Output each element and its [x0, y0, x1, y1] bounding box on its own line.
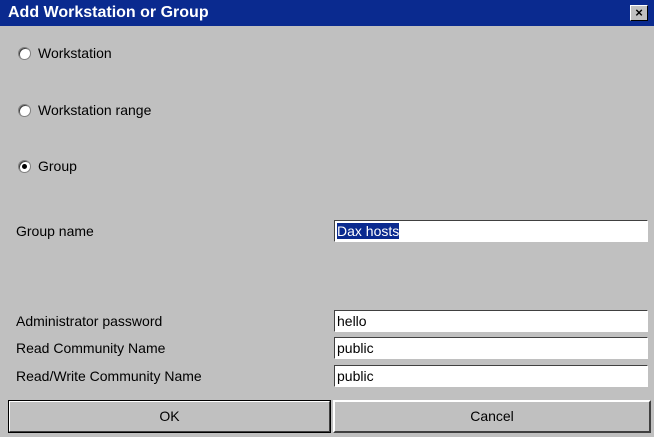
admin-password-label: Administrator password	[16, 313, 163, 329]
option-label: Workstation range	[38, 102, 152, 118]
group-name-field[interactable]: Dax hosts	[334, 220, 648, 242]
dialog-title: Add Workstation or Group	[8, 4, 209, 21]
readwrite-community-field[interactable]: public	[334, 365, 648, 387]
option-label: Group	[38, 158, 77, 174]
option-group[interactable]: Group	[18, 158, 77, 174]
read-community-value: public	[337, 340, 374, 356]
group-name-value: Dax hosts	[337, 223, 400, 239]
readwrite-community-label: Read/Write Community Name	[16, 368, 202, 384]
ok-button[interactable]: OK	[8, 400, 331, 433]
group-name-label: Group name	[16, 223, 94, 239]
close-icon[interactable]: ×	[630, 5, 648, 21]
radio-group[interactable]	[18, 159, 31, 173]
admin-password-value: hello	[337, 313, 367, 329]
read-community-field[interactable]: public	[334, 337, 648, 359]
option-label: Workstation	[38, 45, 112, 61]
title-bar[interactable]: Add Workstation or Group ×	[0, 0, 654, 26]
readwrite-community-value: public	[337, 368, 374, 384]
cancel-button[interactable]: Cancel	[333, 400, 651, 433]
add-workstation-dialog: Add Workstation or Group × Workstation W…	[0, 0, 654, 437]
option-workstation-range[interactable]: Workstation range	[18, 102, 151, 118]
admin-password-field[interactable]: hello	[334, 310, 648, 332]
radio-workstation-range[interactable]	[18, 103, 31, 117]
read-community-label: Read Community Name	[16, 340, 166, 356]
option-workstation[interactable]: Workstation	[18, 45, 112, 61]
radio-workstation[interactable]	[18, 46, 31, 60]
